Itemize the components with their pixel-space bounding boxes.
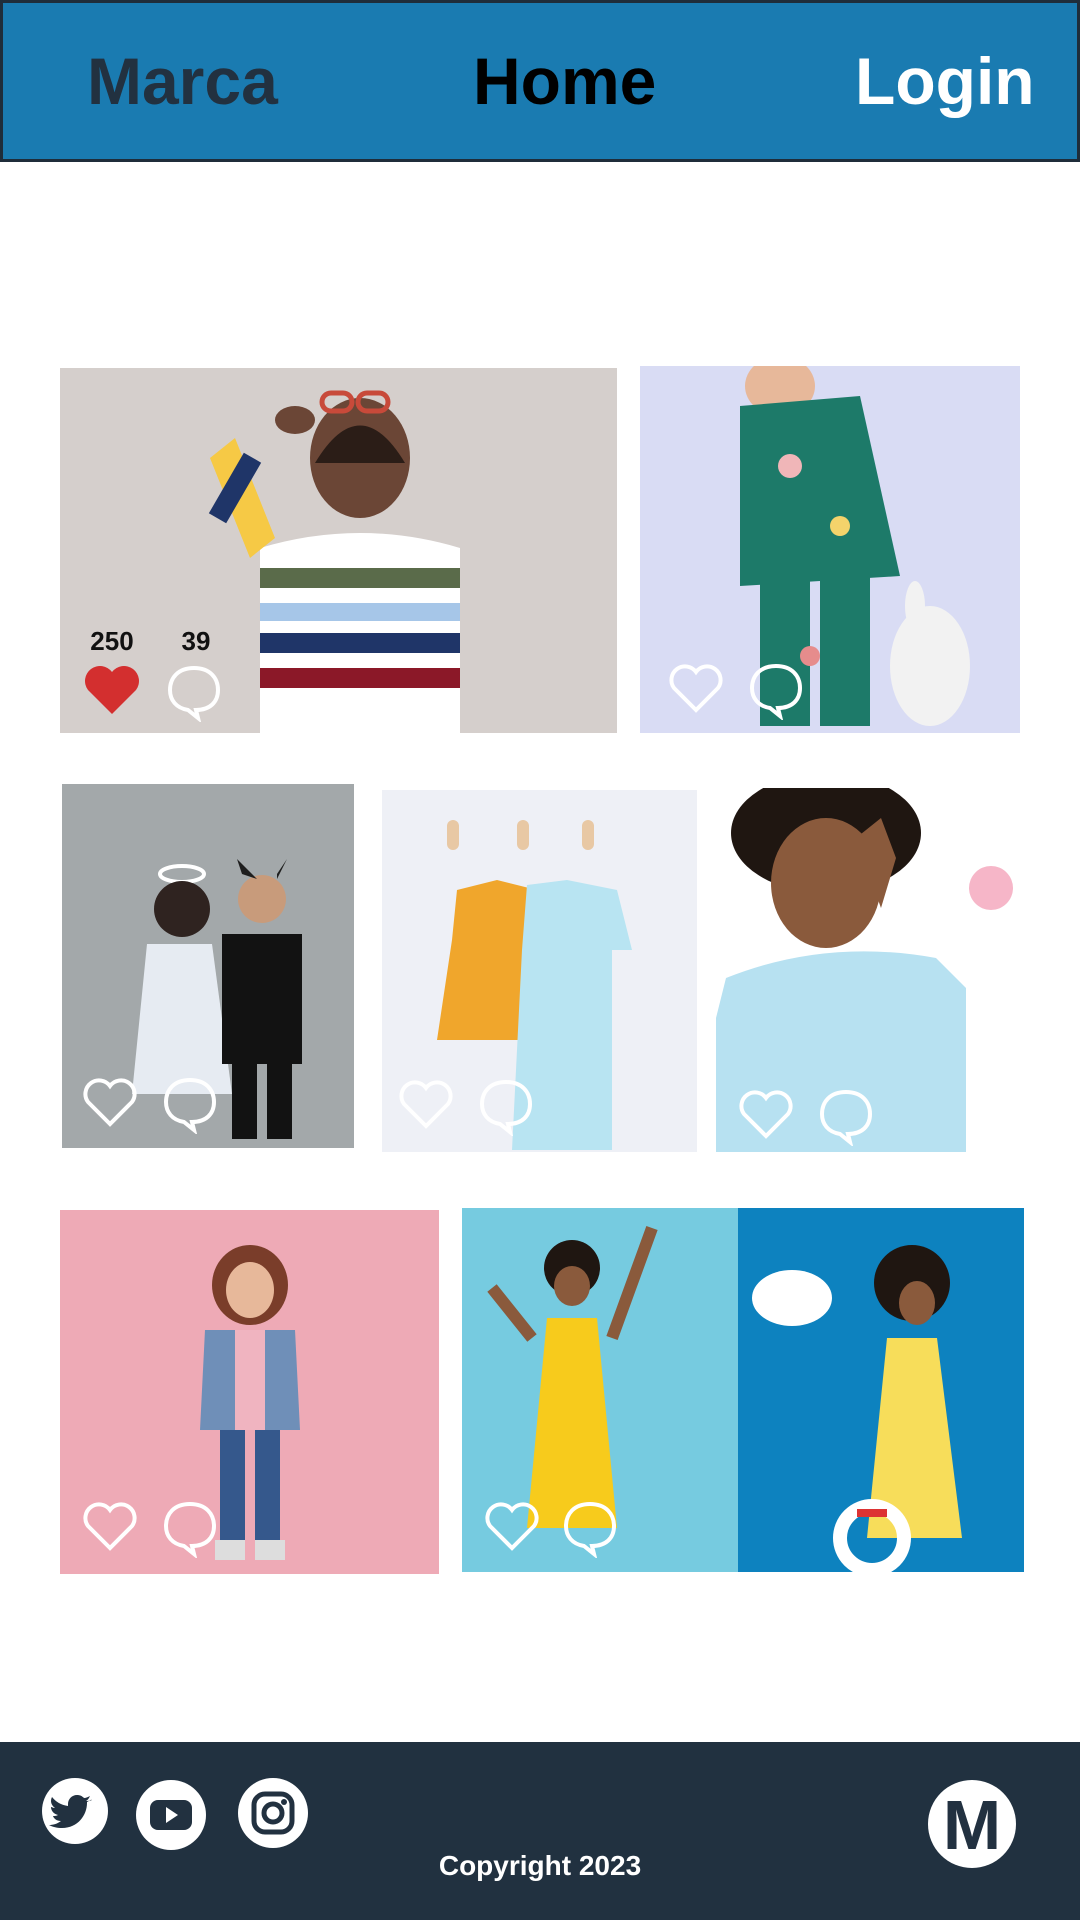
gallery-card[interactable] bbox=[382, 790, 697, 1152]
comment-bubble-icon[interactable] bbox=[158, 1070, 222, 1134]
heart-icon[interactable] bbox=[664, 656, 728, 720]
nav-login-link[interactable]: Login bbox=[855, 43, 1035, 119]
gallery-card[interactable] bbox=[62, 784, 354, 1148]
heart-icon[interactable] bbox=[78, 1494, 142, 1558]
heart-icon[interactable] bbox=[734, 1082, 798, 1146]
gallery-card[interactable] bbox=[60, 1210, 439, 1574]
brand-logo-text[interactable]: Marca bbox=[87, 43, 278, 119]
nav-home-link[interactable]: Home bbox=[473, 43, 656, 119]
heart-icon[interactable] bbox=[78, 1070, 142, 1134]
heart-icon[interactable] bbox=[480, 1494, 544, 1558]
gallery-card[interactable]: 250 39 bbox=[60, 368, 617, 733]
comment-count: 39 bbox=[181, 626, 211, 656]
youtube-icon[interactable] bbox=[136, 1780, 206, 1850]
gallery-card[interactable] bbox=[716, 788, 1020, 1152]
twitter-icon[interactable] bbox=[42, 1778, 108, 1844]
heart-icon[interactable] bbox=[394, 1072, 458, 1136]
comment-bubble-icon[interactable] bbox=[558, 1494, 622, 1558]
heart-icon[interactable] bbox=[80, 658, 144, 722]
gallery-card[interactable] bbox=[640, 366, 1020, 733]
comment-bubble-icon[interactable] bbox=[162, 658, 226, 722]
comment-bubble-icon[interactable] bbox=[814, 1082, 878, 1146]
instagram-icon[interactable] bbox=[238, 1778, 308, 1848]
comment-bubble-icon[interactable] bbox=[158, 1494, 222, 1558]
photo-girl-yellow-dress bbox=[462, 1208, 1024, 1572]
gallery-card[interactable] bbox=[462, 1208, 1024, 1572]
copyright-text: Copyright 2023 bbox=[438, 1850, 642, 1881]
like-count: 250 bbox=[90, 626, 134, 656]
comment-bubble-icon[interactable] bbox=[474, 1072, 538, 1136]
top-navbar: Marca Home Login bbox=[0, 0, 1080, 162]
comment-bubble-icon[interactable] bbox=[744, 656, 808, 720]
footer: M Copyright 2023 bbox=[0, 1742, 1080, 1920]
